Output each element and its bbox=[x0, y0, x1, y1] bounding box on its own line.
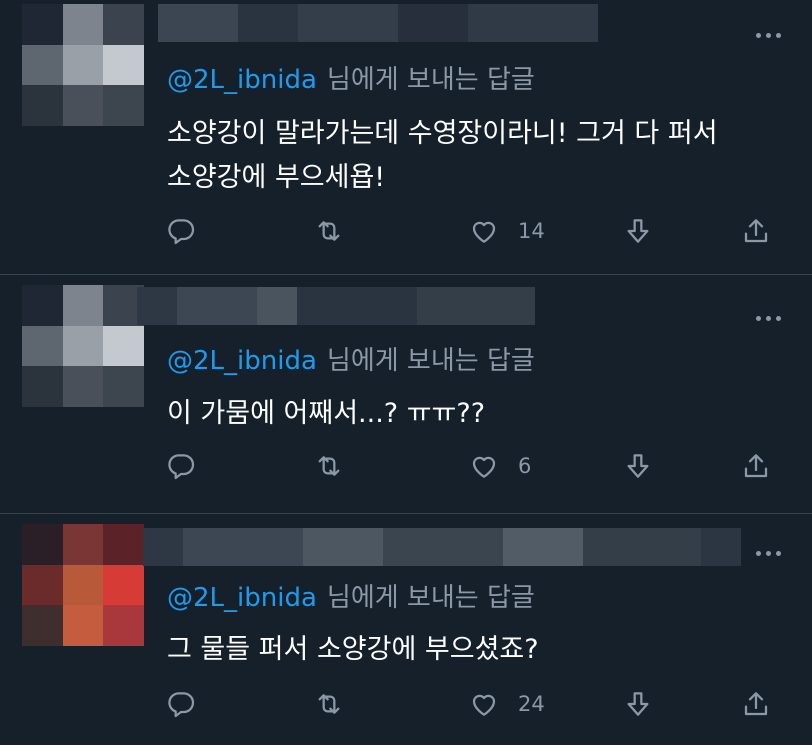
reply-handle-link[interactable]: @2L_ibnida bbox=[167, 65, 317, 95]
like-button[interactable]: 24 bbox=[468, 686, 545, 722]
like-count: 6 bbox=[518, 454, 532, 478]
downvote-button[interactable] bbox=[622, 448, 654, 484]
retweet-icon bbox=[318, 221, 340, 241]
avatar[interactable] bbox=[22, 4, 144, 126]
reply-suffix: 님에게 보내는 답글 bbox=[326, 583, 535, 613]
tweet-actions: 24 bbox=[165, 686, 785, 722]
share-button[interactable] bbox=[740, 686, 772, 722]
author-name-blurred[interactable] bbox=[137, 287, 535, 325]
speech-bubble-icon bbox=[168, 454, 195, 480]
tweet-text: 그 물들 퍼서 소양강에 부으셨죠? bbox=[167, 628, 787, 672]
retweet-button[interactable] bbox=[313, 686, 345, 722]
reply-button[interactable] bbox=[165, 686, 197, 722]
down-arrow-icon bbox=[627, 219, 649, 243]
down-arrow-icon bbox=[627, 692, 649, 716]
more-icon[interactable] bbox=[756, 313, 786, 323]
like-count: 24 bbox=[518, 692, 545, 716]
retweet-icon bbox=[318, 694, 340, 714]
replying-to: @2L_ibnida 님에게 보내는 답글 bbox=[167, 64, 535, 96]
reply-button[interactable] bbox=[165, 448, 197, 484]
like-button[interactable]: 14 bbox=[468, 213, 545, 249]
replying-to: @2L_ibnida 님에게 보내는 답글 bbox=[167, 582, 535, 614]
tweet-text-line: 이 가뭄에 어째서...? ㅠㅠ?? bbox=[167, 398, 486, 429]
speech-bubble-icon bbox=[168, 219, 195, 245]
share-icon bbox=[744, 692, 768, 716]
reply-tweet[interactable]: @2L_ibnida 님에게 보내는 답글 이 가뭄에 어째서...? ㅠㅠ?? … bbox=[0, 275, 812, 513]
tweet-text-line: 그 물들 퍼서 소양강에 부으셨죠? bbox=[167, 634, 539, 665]
retweet-icon bbox=[318, 456, 340, 476]
downvote-button[interactable] bbox=[622, 213, 654, 249]
avatar[interactable] bbox=[22, 524, 144, 646]
tweet-text-line: 소양강에 부으세욥! bbox=[167, 162, 386, 193]
heart-icon bbox=[472, 694, 496, 716]
reply-handle-link[interactable]: @2L_ibnida bbox=[167, 583, 317, 613]
reply-suffix: 님에게 보내는 답글 bbox=[326, 346, 535, 376]
tweet-actions: 6 bbox=[165, 448, 785, 484]
share-button[interactable] bbox=[740, 213, 772, 249]
reply-tweet[interactable]: @2L_ibnida 님에게 보내는 답글 소양강이 말라가는데 수영장이라니! … bbox=[0, 0, 812, 274]
retweet-button[interactable] bbox=[313, 213, 345, 249]
reply-suffix: 님에게 보내는 답글 bbox=[326, 65, 535, 95]
more-icon[interactable] bbox=[756, 30, 786, 40]
tweet-text: 소양강이 말라가는데 수영장이라니! 그거 다 퍼서 소양강에 부으세욥! bbox=[167, 112, 787, 200]
down-arrow-icon bbox=[627, 454, 649, 478]
more-icon[interactable] bbox=[756, 548, 786, 558]
reply-tweet[interactable]: @2L_ibnida 님에게 보내는 답글 그 물들 퍼서 소양강에 부으셨죠? … bbox=[0, 514, 812, 745]
avatar[interactable] bbox=[22, 285, 144, 407]
tweet-actions: 14 bbox=[165, 213, 785, 249]
share-icon bbox=[744, 454, 768, 478]
downvote-button[interactable] bbox=[622, 686, 654, 722]
heart-icon bbox=[472, 456, 496, 478]
reply-handle-link[interactable]: @2L_ibnida bbox=[167, 346, 317, 376]
reply-button[interactable] bbox=[165, 213, 197, 249]
tweet-text: 이 가뭄에 어째서...? ㅠㅠ?? bbox=[167, 392, 787, 436]
heart-icon bbox=[472, 221, 496, 243]
like-button[interactable]: 6 bbox=[468, 448, 531, 484]
share-icon bbox=[744, 219, 768, 243]
share-button[interactable] bbox=[740, 448, 772, 484]
like-count: 14 bbox=[518, 219, 545, 243]
replying-to: @2L_ibnida 님에게 보내는 답글 bbox=[167, 345, 535, 377]
author-name-blurred[interactable] bbox=[143, 528, 741, 566]
speech-bubble-icon bbox=[168, 692, 195, 718]
retweet-button[interactable] bbox=[313, 448, 345, 484]
tweet-text-line: 소양강이 말라가는데 수영장이라니! 그거 다 퍼서 bbox=[167, 118, 718, 149]
author-name-blurred[interactable] bbox=[158, 4, 598, 42]
